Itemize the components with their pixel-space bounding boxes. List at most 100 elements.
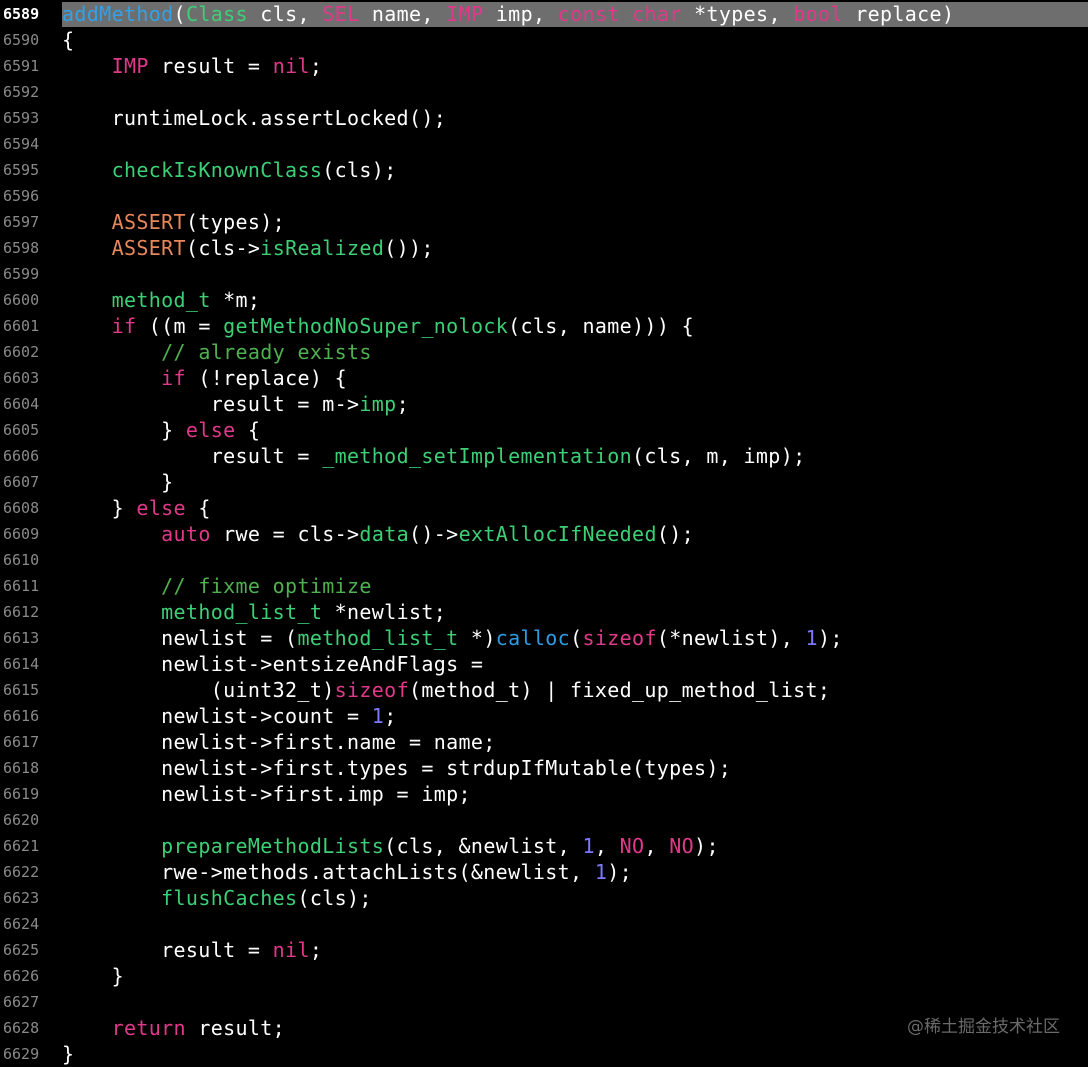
code-token: return <box>111 1016 186 1040</box>
code-line[interactable]: 6615 (uint32_t)sizeof(method_t) | fixed_… <box>0 677 1088 703</box>
code-text: auto rwe = cls->data()->extAllocIfNeeded… <box>62 521 694 547</box>
code-text: return result; <box>62 1015 285 1041</box>
code-text: newlist->entsizeAndFlags = <box>62 651 483 677</box>
line-number: 6593 <box>3 109 40 127</box>
code-line[interactable]: 6626 } <box>0 963 1088 989</box>
code-text: prepareMethodLists(cls, &newlist, 1, NO,… <box>62 833 719 859</box>
code-token: Class <box>185 2 248 26</box>
code-token: (cls); <box>297 886 372 910</box>
code-token: imp, <box>483 2 558 26</box>
code-token: } <box>62 1042 75 1066</box>
code-text: runtimeLock.assertLocked(); <box>62 105 446 131</box>
code-token: _method_setImplementation <box>322 444 632 468</box>
code-line[interactable]: 6605 } else { <box>0 417 1088 443</box>
code-token: getMethodNoSuper_nolock <box>223 314 509 338</box>
code-text: } else { <box>62 495 211 521</box>
line-number: 6596 <box>3 187 40 205</box>
code-token: name, <box>359 2 447 26</box>
code-line[interactable]: 6607 } <box>0 469 1088 495</box>
code-line[interactable]: 6602 // already exists <box>0 339 1088 365</box>
code-text: flushCaches(cls); <box>62 885 372 911</box>
code-line[interactable]: 6604 result = m->imp; <box>0 391 1088 417</box>
code-line[interactable]: 6629} <box>0 1041 1088 1067</box>
code-text: // fixme optimize <box>62 573 372 599</box>
code-line[interactable]: 6622 rwe->methods.attachLists(&newlist, … <box>0 859 1088 885</box>
code-token: *m; <box>210 288 261 312</box>
code-line[interactable]: 6608 } else { <box>0 495 1088 521</box>
code-line[interactable]: 6601 if ((m = getMethodNoSuper_nolock(cl… <box>0 313 1088 339</box>
code-token: ); <box>694 834 719 858</box>
code-line[interactable]: 6597 ASSERT(types); <box>0 209 1088 235</box>
code-line[interactable]: 6619 newlist->first.imp = imp; <box>0 781 1088 807</box>
code-line[interactable]: 6589 addMethod(Class cls, SEL name, IMP i… <box>0 1 1088 27</box>
code-line[interactable]: 6618 newlist->first.types = strdupIfMuta… <box>0 755 1088 781</box>
code-line[interactable]: 6590 { <box>0 27 1088 53</box>
code-text: } <box>62 963 124 989</box>
code-token: *types, <box>681 2 794 26</box>
code-line[interactable]: 6596 <box>0 183 1088 209</box>
code-text: newlist->first.imp = imp; <box>62 781 471 807</box>
code-line[interactable]: 6592 <box>0 79 1088 105</box>
code-line[interactable]: 6617 newlist->first.name = name; <box>0 729 1088 755</box>
code-text: result = nil; <box>62 937 322 963</box>
code-token: sizeof <box>582 626 657 650</box>
code-token: nil <box>272 54 310 78</box>
code-token: , <box>594 834 620 858</box>
line-number: 6600 <box>3 291 40 309</box>
code-line[interactable]: 6620 <box>0 807 1088 833</box>
code-line[interactable]: 6591 IMP result = nil; <box>0 53 1088 79</box>
code-token: newlist->count = <box>62 704 372 728</box>
code-token: newlist->entsizeAndFlags = <box>62 652 484 676</box>
code-text: result = m->imp; <box>62 391 409 417</box>
code-text: if (!replace) { <box>62 365 347 391</box>
code-line[interactable]: 6623 flushCaches(cls); <box>0 885 1088 911</box>
code-token: char <box>632 2 682 26</box>
line-number: 6601 <box>3 317 40 335</box>
code-line[interactable]: 6613 newlist = (method_list_t *)calloc(s… <box>0 625 1088 651</box>
code-text: newlist = (method_list_t *)calloc(sizeof… <box>62 625 843 651</box>
code-token: { <box>62 28 75 52</box>
code-text: checkIsKnownClass(cls); <box>62 157 397 183</box>
code-token: } <box>62 964 124 988</box>
code-token: NO <box>619 834 645 858</box>
code-line[interactable]: 6599 <box>0 261 1088 287</box>
code-line[interactable]: 6625 result = nil; <box>0 937 1088 963</box>
code-token: (types); <box>185 210 286 234</box>
code-line[interactable]: 6624 <box>0 911 1088 937</box>
code-text: newlist->first.types = strdupIfMutable(t… <box>62 755 731 781</box>
line-number: 6605 <box>3 421 40 439</box>
code-token: (cls); <box>322 158 397 182</box>
code-line[interactable]: 6603 if (!replace) { <box>0 365 1088 391</box>
code-token: prepareMethodLists <box>161 834 385 858</box>
code-line[interactable]: 6610 <box>0 547 1088 573</box>
code-line[interactable]: 6621 prepareMethodLists(cls, &newlist, 1… <box>0 833 1088 859</box>
code-line[interactable]: 6595 checkIsKnownClass(cls); <box>0 157 1088 183</box>
code-line[interactable]: 6612 method_list_t *newlist; <box>0 599 1088 625</box>
code-line[interactable]: 6600 method_t *m; <box>0 287 1088 313</box>
code-token: ; <box>396 392 409 416</box>
code-line[interactable]: 6609 auto rwe = cls->data()->extAllocIfN… <box>0 521 1088 547</box>
code-token: checkIsKnownClass <box>111 158 323 182</box>
line-number: 6599 <box>3 265 40 283</box>
code-line[interactable]: 6593 runtimeLock.assertLocked(); <box>0 105 1088 131</box>
code-line[interactable]: 6614 newlist->entsizeAndFlags = <box>0 651 1088 677</box>
code-token: *) <box>458 626 496 650</box>
code-line[interactable]: 6594 <box>0 131 1088 157</box>
code-token: ((m = <box>136 314 224 338</box>
code-line[interactable]: 6616 newlist->count = 1; <box>0 703 1088 729</box>
code-line[interactable]: 6611 // fixme optimize <box>0 573 1088 599</box>
code-token: replace) <box>842 2 955 26</box>
code-token: // fixme optimize <box>161 574 372 598</box>
code-text: result = _method_setImplementation(cls, … <box>62 443 805 469</box>
line-number: 6614 <box>3 655 40 673</box>
code-editor[interactable]: 6589 addMethod(Class cls, SEL name, IMP i… <box>0 0 1088 1067</box>
code-line[interactable]: 6606 result = _method_setImplementation(… <box>0 443 1088 469</box>
code-token: newlist->first.name = name; <box>62 730 496 754</box>
code-line[interactable]: 6598 ASSERT(cls->isRealized()); <box>0 235 1088 261</box>
